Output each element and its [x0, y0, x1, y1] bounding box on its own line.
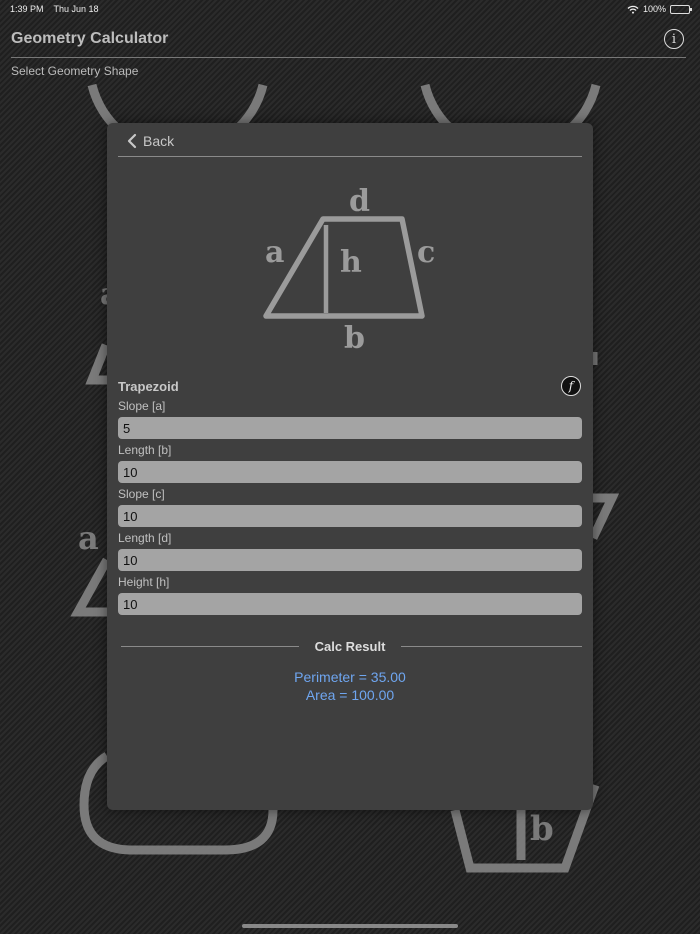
area-result: Area = 100.00 — [305, 687, 395, 703]
length-b-input[interactable] — [118, 461, 582, 483]
diagram-label-h: h — [340, 245, 362, 280]
back-button[interactable]: Back — [127, 131, 174, 151]
back-button-label: Back — [143, 133, 175, 149]
field-label-slope-a: Slope [a] — [118, 399, 166, 413]
shape-name: Trapezoid — [118, 379, 179, 394]
slope-a-input[interactable] — [118, 417, 582, 439]
bg-shape-right — [588, 493, 620, 540]
formula-icon[interactable]: f — [561, 376, 581, 396]
height-h-input[interactable] — [118, 593, 582, 615]
slope-c-input[interactable] — [118, 505, 582, 527]
bg-triangle-left-2 — [70, 557, 111, 617]
trapezoid-diagram: d a h c b — [263, 184, 435, 356]
bg-label-b: b — [530, 809, 554, 849]
diagram-label-d: d — [349, 184, 370, 219]
field-label-slope-c: Slope [c] — [118, 487, 165, 501]
result-title: Calc Result — [314, 639, 386, 654]
perimeter-result: Perimeter = 35.00 — [294, 669, 406, 685]
home-indicator[interactable] — [242, 924, 458, 928]
result-divider-left — [121, 646, 299, 647]
diagram-label-a: a — [265, 235, 284, 270]
field-label-length-d: Length [d] — [118, 531, 172, 545]
length-d-input[interactable] — [118, 549, 582, 571]
bg-label-a-2: a — [78, 519, 99, 557]
diagram-label-c: c — [417, 235, 435, 270]
field-label-height-h: Height [h] — [118, 575, 170, 589]
dialog-divider — [118, 156, 582, 157]
trapezoid-calculator-dialog: Back d a h c b Trapezoid f Slope [a] Len… — [107, 123, 593, 810]
diagram-label-b: b — [344, 321, 365, 356]
field-label-length-b: Length [b] — [118, 443, 172, 457]
bg-triangle-left — [85, 343, 111, 385]
result-divider-right — [401, 646, 582, 647]
chevron-left-icon — [127, 133, 137, 149]
